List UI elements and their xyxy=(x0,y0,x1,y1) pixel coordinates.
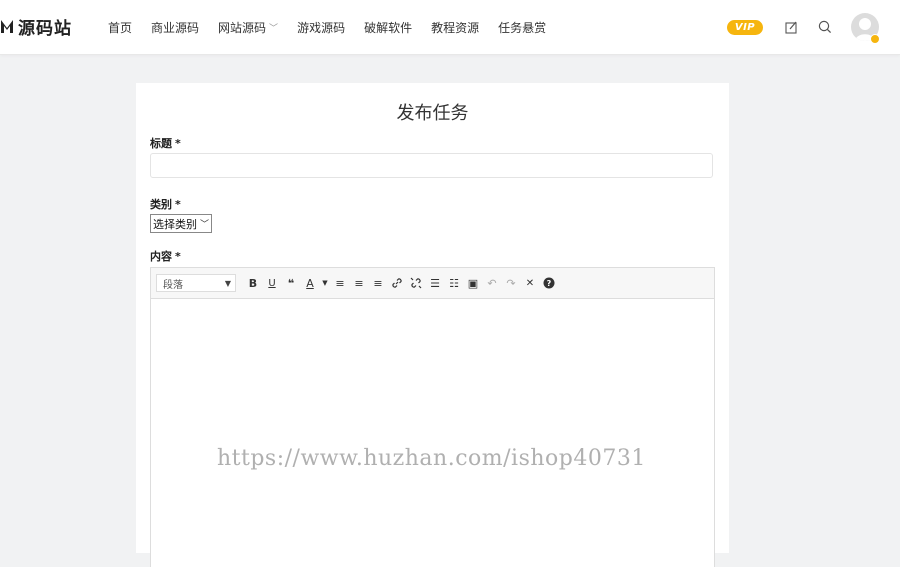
nav-item-game-source[interactable]: 游戏源码 xyxy=(297,19,345,36)
undo-icon[interactable]: ↶ xyxy=(483,274,501,292)
redo-icon[interactable]: ↷ xyxy=(502,274,520,292)
title-input[interactable] xyxy=(150,153,713,178)
numbered-list-icon[interactable]: ☷ xyxy=(445,274,463,292)
label-text: 标题 xyxy=(150,137,172,150)
vip-badge[interactable]: VIP xyxy=(727,19,763,35)
chevron-down-icon: ﹀ xyxy=(269,23,279,34)
bullet-list-icon[interactable]: ☰ xyxy=(426,274,444,292)
svg-text:?: ? xyxy=(547,279,552,288)
nav-item-task-bounty[interactable]: 任务悬赏 xyxy=(498,19,546,36)
site-logo[interactable]: 源码站 xyxy=(0,12,72,40)
content-field-label: 内容 * xyxy=(150,248,181,264)
format-select-value: 段落 xyxy=(163,279,183,291)
nav-item-home[interactable]: 首页 xyxy=(108,19,132,36)
format-select[interactable]: 段落 ▼ xyxy=(156,274,236,292)
brand-name: 源码站 xyxy=(18,18,72,39)
nav-item-website-source[interactable]: 网站源码 ﹀ xyxy=(218,19,278,36)
required-mark: * xyxy=(175,198,181,211)
nav-item-tutorials[interactable]: 教程资源 xyxy=(431,19,479,36)
logo-icon xyxy=(0,17,14,35)
title-field-label: 标题 * xyxy=(150,135,181,151)
nav-item-commercial-source[interactable]: 商业源码 xyxy=(151,19,199,36)
main-nav: 首页 商业源码 网站源码 ﹀ 游戏源码 破解软件 教程资源 任务悬赏 xyxy=(108,0,565,54)
category-select-value: 选择类别 xyxy=(153,217,197,231)
unlink-icon[interactable] xyxy=(407,274,425,292)
header-actions: VIP xyxy=(727,0,900,54)
editor-toolbar: 段落 ▼ B U ❝ A ▼ ≡ ≡ ≡ ☰ ☷ ▣ ↶ ↷ ✕ ? xyxy=(151,268,714,299)
editor-content-area[interactable]: https://www.huzhan.com/ishop40731 xyxy=(151,299,714,567)
label-text: 类别 xyxy=(150,198,172,211)
align-right-icon[interactable]: ≡ xyxy=(369,274,387,292)
chevron-down-icon: ﹀ xyxy=(200,220,210,230)
underline-icon[interactable]: U xyxy=(263,274,281,292)
align-left-icon[interactable]: ≡ xyxy=(331,274,349,292)
edit-icon[interactable] xyxy=(783,19,799,35)
nav-item-label: 破解软件 xyxy=(364,20,413,35)
nav-item-label: 商业源码 xyxy=(151,20,200,35)
caret-down-icon: ▼ xyxy=(224,278,231,288)
search-icon[interactable] xyxy=(817,19,833,35)
text-color-icon[interactable]: A xyxy=(301,274,319,292)
nav-item-cracked-software[interactable]: 破解软件 xyxy=(364,19,412,36)
required-mark: * xyxy=(175,250,181,263)
category-field-label: 类别 * xyxy=(150,196,181,212)
bold-icon[interactable]: B xyxy=(244,274,262,292)
top-navbar: 源码站 首页 商业源码 网站源码 ﹀ 游戏源码 破解软件 教程资源 任务悬赏 VI… xyxy=(0,0,900,55)
publish-task-card: 发布任务 标题 * 类别 * 选择类别 ﹀ 内容 * 段落 ▼ B U ❝ A ▼ ≡ ≡… xyxy=(136,83,729,567)
fullscreen-icon[interactable]: ✕ xyxy=(521,274,539,292)
blockquote-icon[interactable]: ❝ xyxy=(282,274,300,292)
category-select[interactable]: 选择类别 ﹀ xyxy=(150,214,213,233)
label-text: 内容 xyxy=(150,250,172,263)
watermark-text: https://www.huzhan.com/ishop40731 xyxy=(217,446,646,471)
image-icon[interactable]: ▣ xyxy=(464,274,482,292)
avatar-status-dot xyxy=(870,34,880,44)
required-mark: * xyxy=(175,137,181,150)
page-title: 发布任务 xyxy=(396,103,469,124)
nav-item-label: 游戏源码 xyxy=(297,20,346,35)
nav-item-label: 任务悬赏 xyxy=(498,20,547,35)
rich-text-editor: 段落 ▼ B U ❝ A ▼ ≡ ≡ ≡ ☰ ☷ ▣ ↶ ↷ ✕ ? https… xyxy=(150,267,715,567)
nav-item-label: 首页 xyxy=(108,20,133,35)
link-icon[interactable] xyxy=(388,274,406,292)
help-icon[interactable]: ? xyxy=(540,274,558,292)
caret-down-icon[interactable]: ▼ xyxy=(320,274,330,292)
nav-item-label: 网站源码 xyxy=(218,20,267,35)
nav-item-label: 教程资源 xyxy=(431,20,480,35)
align-center-icon[interactable]: ≡ xyxy=(350,274,368,292)
